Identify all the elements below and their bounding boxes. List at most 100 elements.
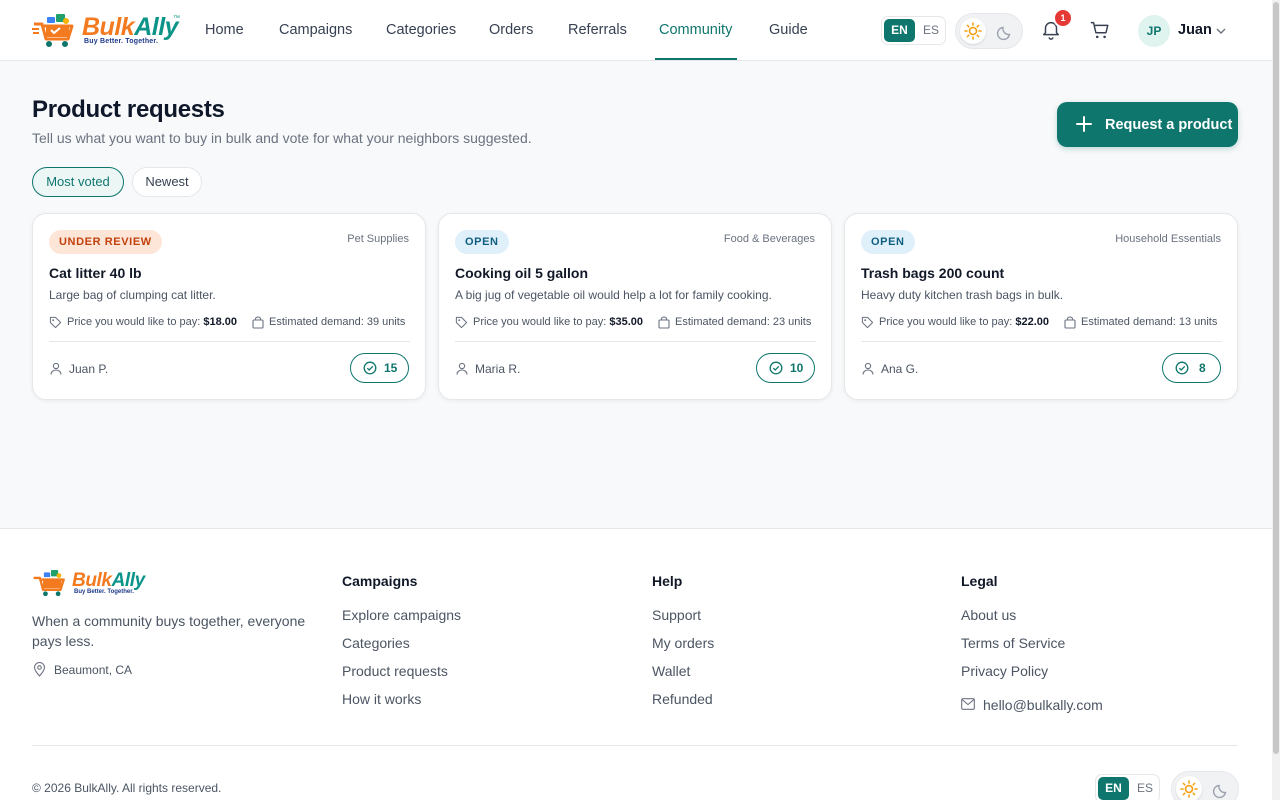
footer-lang-en-button[interactable]: EN <box>1098 777 1129 800</box>
page-scrollbar[interactable] <box>1272 0 1280 800</box>
check-circle-icon <box>363 361 377 375</box>
footer-link-explore-campaigns[interactable]: Explore campaigns <box>342 601 461 629</box>
request-description: A big jug of vegetable oil would help a … <box>455 288 772 302</box>
footer-theme-light-option[interactable] <box>1176 776 1202 800</box>
vote-count: 10 <box>790 361 804 375</box>
footer-email-link[interactable]: hello@bulkally.com <box>961 695 1211 715</box>
footer-link-support[interactable]: Support <box>652 601 714 629</box>
notification-badge: 1 <box>1053 8 1073 28</box>
request-meta: Price you would like to pay: $35.00 Esti… <box>455 315 819 331</box>
page-subtitle: Tell us what you want to buy in bulk and… <box>32 130 532 146</box>
footer-location: Beaumont, CA <box>54 663 133 677</box>
nav-orders[interactable]: Orders <box>489 22 533 38</box>
vote-button[interactable]: 15 <box>350 353 409 383</box>
tag-icon <box>861 316 874 329</box>
sort-newest[interactable]: Newest <box>132 167 202 197</box>
cart-icon[interactable] <box>1089 19 1111 41</box>
footer-logo[interactable]: BulkAlly Buy Better. Together. <box>32 569 152 599</box>
card-divider <box>49 341 410 342</box>
request-meta: Price you would like to pay: $22.00 Esti… <box>861 315 1225 331</box>
nav-active-underline <box>655 58 737 60</box>
request-author: Maria R. <box>475 362 521 376</box>
check-circle-icon <box>1175 361 1189 375</box>
footer-divider <box>32 745 1238 746</box>
nav-guide[interactable]: Guide <box>769 22 808 38</box>
price-value: $22.00 <box>1015 316 1050 328</box>
price-value: $35.00 <box>609 316 644 328</box>
vote-button[interactable]: 10 <box>756 353 815 383</box>
sun-icon <box>964 22 982 40</box>
status-badge: UNDER REVIEW <box>49 230 162 254</box>
nav-home[interactable]: Home <box>205 22 244 38</box>
nav-categories[interactable]: Categories <box>386 22 456 38</box>
footer-link-privacy[interactable]: Privacy Policy <box>961 657 1065 685</box>
footer-link-my-orders[interactable]: My orders <box>652 629 714 657</box>
nav-referrals[interactable]: Referrals <box>568 22 627 38</box>
footer-email: hello@bulkally.com <box>983 697 1103 713</box>
chevron-down-icon[interactable] <box>1214 24 1228 38</box>
user-icon <box>456 362 468 375</box>
brand-logo[interactable]: BulkAlly ™ Buy Better. Together. <box>32 11 182 49</box>
theme-toggle[interactable] <box>955 13 1023 49</box>
request-description: Large bag of clumping cat litter. <box>49 288 216 302</box>
nav-community[interactable]: Community <box>659 22 732 38</box>
price-text: Price you would like to pay: $18.00 <box>67 316 238 328</box>
theme-light-option[interactable] <box>960 18 986 44</box>
footer-column-campaigns: Campaigns Explore campaigns Categories P… <box>342 573 461 713</box>
user-icon <box>862 362 874 375</box>
request-title: Trash bags 200 count <box>861 265 1005 281</box>
category-label: Household Essentials <box>1115 233 1221 245</box>
lang-es-button[interactable]: ES <box>919 19 943 42</box>
demand-text: Estimated demand: 23 units <box>675 316 812 328</box>
logo-trademark: ™ <box>173 15 180 22</box>
request-product-button[interactable]: Request a product <box>1057 102 1238 147</box>
category-label: Pet Supplies <box>347 233 409 245</box>
scrollbar-thumb[interactable] <box>1273 2 1279 754</box>
plus-icon <box>1076 116 1092 132</box>
price-text: Price you would like to pay: $35.00 <box>473 316 644 328</box>
page-title: Product requests <box>32 96 225 123</box>
footer-link-about-us[interactable]: About us <box>961 601 1065 629</box>
footer-link-categories[interactable]: Categories <box>342 629 461 657</box>
tag-icon <box>49 316 62 329</box>
nav-campaigns[interactable]: Campaigns <box>279 22 352 38</box>
moon-icon[interactable] <box>994 19 1018 43</box>
footer-copyright: © 2026 BulkAlly. All rights reserved. <box>32 781 222 795</box>
sun-icon <box>1180 780 1198 798</box>
request-title: Cat litter 40 lb <box>49 265 142 281</box>
request-card[interactable]: OPEN Household Essentials Trash bags 200… <box>844 213 1238 400</box>
footer-link-wallet[interactable]: Wallet <box>652 657 714 685</box>
sort-most-voted[interactable]: Most voted <box>32 167 124 197</box>
request-title: Cooking oil 5 gallon <box>455 265 588 281</box>
shopping-bag-icon <box>1064 316 1076 329</box>
user-name[interactable]: Juan <box>1178 22 1212 38</box>
request-author: Ana G. <box>881 362 919 376</box>
footer-link-how-it-works[interactable]: How it works <box>342 685 461 713</box>
request-card[interactable]: UNDER REVIEW Pet Supplies Cat litter 40 … <box>32 213 426 400</box>
site-footer: BulkAlly Buy Better. Together. When a co… <box>0 528 1272 800</box>
card-divider <box>455 341 816 342</box>
footer-theme-toggle[interactable] <box>1171 771 1239 800</box>
lang-en-button[interactable]: EN <box>884 19 915 42</box>
status-badge: OPEN <box>455 230 509 254</box>
request-product-label: Request a product <box>1105 117 1233 133</box>
shopping-bag-icon <box>252 316 264 329</box>
request-author: Juan P. <box>69 362 109 376</box>
user-icon <box>50 362 62 375</box>
footer-heading: Help <box>652 573 683 589</box>
vote-button[interactable]: 8 <box>1162 353 1221 383</box>
footer-link-refunded[interactable]: Refunded <box>652 685 714 713</box>
vote-count: 15 <box>384 361 398 375</box>
moon-icon[interactable] <box>1210 777 1234 800</box>
check-circle-icon <box>769 361 783 375</box>
price-text: Price you would like to pay: $22.00 <box>879 316 1050 328</box>
footer-lang-es-button[interactable]: ES <box>1133 777 1157 800</box>
request-card[interactable]: OPEN Food & Beverages Cooking oil 5 gall… <box>438 213 832 400</box>
shopping-bag-icon <box>658 316 670 329</box>
footer-link-terms[interactable]: Terms of Service <box>961 629 1065 657</box>
footer-link-product-requests[interactable]: Product requests <box>342 657 461 685</box>
user-avatar[interactable]: JP <box>1138 15 1170 47</box>
request-meta: Price you would like to pay: $18.00 Esti… <box>49 315 413 331</box>
footer-description: When a community buys together, everyone… <box>32 613 306 649</box>
footer-column-legal: Legal About us Terms of Service Privacy … <box>961 573 1065 685</box>
